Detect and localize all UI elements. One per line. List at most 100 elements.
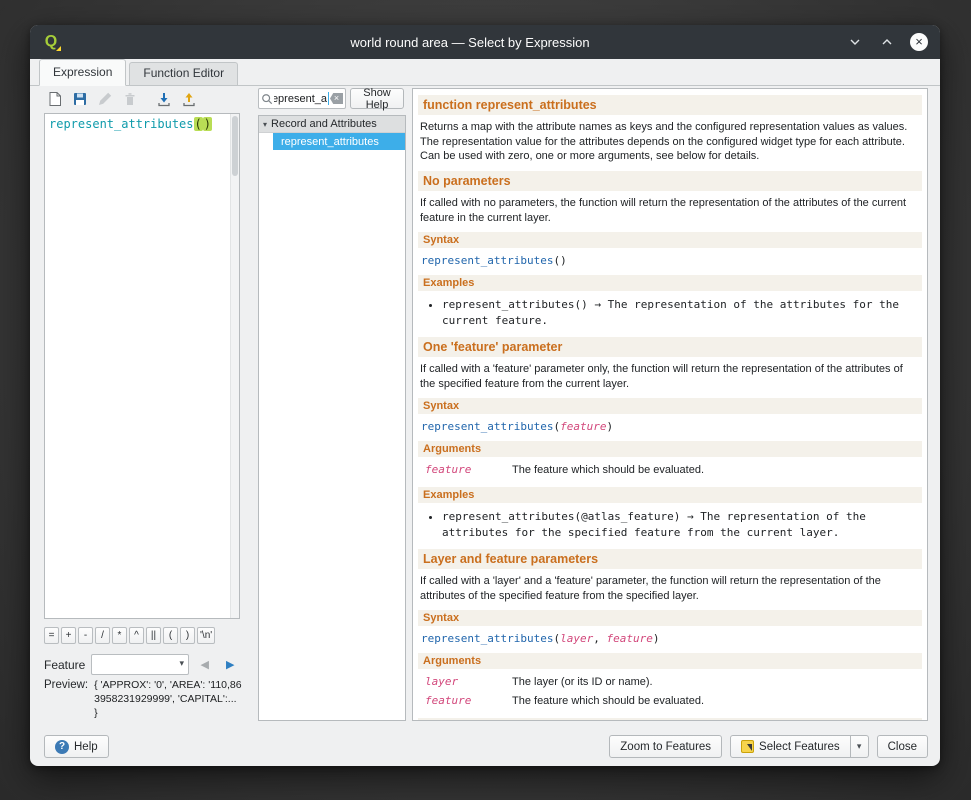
- help-section-body: If called with a 'layer' and a 'feature'…: [418, 571, 922, 608]
- tree-item-represent-attributes[interactable]: represent_attributes: [273, 133, 405, 150]
- operator-plus-button[interactable]: +: [61, 627, 76, 644]
- tree-group-record-and-attributes[interactable]: ▾ Record and Attributes: [259, 116, 405, 133]
- window-shade-button[interactable]: [846, 33, 864, 51]
- select-features-button[interactable]: Select Features: [730, 735, 851, 758]
- previous-feature-button[interactable]: ◀: [195, 655, 215, 675]
- function-help-panel: function represent_attributes Returns a …: [412, 88, 928, 721]
- save-expression-button[interactable]: [69, 88, 91, 110]
- argument-row: featureThe feature which should be evalu…: [420, 461, 920, 479]
- page-icon: [47, 91, 63, 107]
- close-paren: ): [606, 420, 613, 433]
- close-button[interactable]: Close: [877, 735, 928, 758]
- expression-editor[interactable]: represent_attributes(): [44, 113, 240, 619]
- example-item: represent_attributes(@atlas_feature) → T…: [442, 507, 918, 542]
- expander-triangle-icon: ▾: [263, 120, 267, 129]
- close-paren: ): [653, 632, 660, 645]
- operator-close-paren-button[interactable]: ): [180, 627, 195, 644]
- help-icon: ?: [55, 740, 69, 754]
- examples-list: represent_attributes(@atlas_feature) → T…: [442, 507, 918, 542]
- operator-buttons: = + - / * ^ || ( ) '\n': [44, 627, 215, 644]
- select-by-expression-dialog: Q world round area — Select by Expressio…: [30, 25, 940, 766]
- zoom-to-features-button[interactable]: Zoom to Features: [609, 735, 722, 758]
- syntax-label: Syntax: [418, 610, 922, 626]
- argument-name: feature: [420, 694, 512, 708]
- editor-scrollbar[interactable]: [230, 114, 239, 618]
- trash-icon: [122, 91, 138, 107]
- operator-open-paren-button[interactable]: (: [163, 627, 178, 644]
- feature-row: Feature ▾ ◀ ▶: [44, 654, 240, 675]
- feature-combobox[interactable]: ▾: [91, 654, 189, 675]
- window-close-button[interactable]: ×: [910, 33, 928, 51]
- argument-name: feature: [420, 463, 512, 477]
- syntax-parameter: feature: [606, 632, 652, 645]
- help-section-heading: One 'feature' parameter: [418, 337, 922, 357]
- clear-search-icon[interactable]: ×: [330, 93, 343, 104]
- arrow-up-tray-icon: [181, 91, 197, 107]
- example-code: represent_attributes(@atlas_feature): [442, 510, 680, 523]
- arguments-label: Arguments: [418, 653, 922, 669]
- example-arrow: →: [588, 298, 608, 311]
- examples-list: represent_attributes() → The representat…: [442, 295, 918, 330]
- tab-bar: Expression Function Editor: [30, 59, 940, 86]
- select-features-dropdown-button[interactable]: ▾: [851, 735, 869, 758]
- example-item: represent_attributes() → The representat…: [442, 295, 918, 330]
- qgis-logo-icon: Q: [41, 32, 61, 52]
- window-maximize-button[interactable]: [878, 33, 896, 51]
- window-title: world round area — Select by Expression: [90, 25, 850, 59]
- function-name: represent_attributes: [421, 254, 553, 267]
- argument-description: The feature which should be evaluated.: [512, 463, 704, 477]
- syntax-parameter: feature: [560, 420, 606, 433]
- titlebar[interactable]: Q world round area — Select by Expressio…: [30, 25, 940, 59]
- function-name: represent_attributes: [421, 632, 553, 645]
- function-name: represent_attributes: [421, 420, 553, 433]
- expression-toolbar: [44, 88, 200, 110]
- operator-divide-button[interactable]: /: [95, 627, 110, 644]
- new-expression-button[interactable]: [44, 88, 66, 110]
- argument-row: layerThe layer (or its ID or name).: [420, 673, 920, 691]
- operator-equals-button[interactable]: =: [44, 627, 59, 644]
- floppy-icon: [72, 91, 88, 107]
- window-controls: ×: [846, 25, 928, 59]
- tab-function-editor[interactable]: Function Editor: [129, 62, 238, 85]
- delete-expression-button[interactable]: [119, 88, 141, 110]
- select-features-label: Select Features: [759, 741, 840, 753]
- search-input-value: represent_a: [274, 93, 327, 105]
- next-feature-button[interactable]: ▶: [220, 655, 240, 675]
- syntax-code: represent_attributes(feature): [418, 416, 922, 439]
- arguments-label: Arguments: [418, 441, 922, 457]
- tab-expression[interactable]: Expression: [39, 59, 126, 86]
- search-input[interactable]: represent_a ×: [258, 88, 346, 109]
- argument-description: The feature which should be evaluated.: [512, 694, 704, 708]
- select-features-split-button: Select Features ▾: [730, 735, 869, 758]
- help-title: function represent_attributes: [418, 95, 922, 115]
- help-sections: No parametersIf called with no parameter…: [418, 171, 922, 721]
- operator-multiply-button[interactable]: *: [112, 627, 127, 644]
- operator-concat-button[interactable]: ||: [146, 627, 161, 644]
- argument-name: layer: [420, 675, 512, 689]
- argument-row: featureThe feature which should be evalu…: [420, 692, 920, 710]
- edit-expression-button[interactable]: [94, 88, 116, 110]
- examples-label: Examples: [418, 718, 922, 721]
- help-section-heading: No parameters: [418, 171, 922, 191]
- chevron-down-icon: [849, 36, 861, 48]
- pencil-icon: [97, 91, 113, 107]
- operator-minus-button[interactable]: -: [78, 627, 93, 644]
- close-icon: ×: [910, 33, 928, 51]
- syntax-code: represent_attributes(layer, feature): [418, 628, 922, 651]
- examples-label: Examples: [418, 487, 922, 503]
- import-expression-button[interactable]: [153, 88, 175, 110]
- export-expression-button[interactable]: [178, 88, 200, 110]
- help-button[interactable]: ? Help: [44, 735, 109, 758]
- help-section-body: If called with no parameters, the functi…: [418, 193, 922, 230]
- help-intro: Returns a map with the attribute names a…: [418, 117, 922, 169]
- tree-item-label: represent_attributes: [281, 136, 379, 148]
- operator-newline-button[interactable]: '\n': [197, 627, 215, 644]
- text-caret: [328, 92, 329, 105]
- show-help-button[interactable]: Show Help: [350, 88, 404, 109]
- operator-power-button[interactable]: ^: [129, 627, 144, 644]
- preview-label: Preview:: [44, 678, 88, 691]
- select-features-icon: [741, 740, 754, 753]
- function-tree: ▾ Record and Attributes represent_attrib…: [258, 115, 406, 721]
- desktop-background: Q world round area — Select by Expressio…: [0, 0, 971, 800]
- arrow-down-tray-icon: [156, 91, 172, 107]
